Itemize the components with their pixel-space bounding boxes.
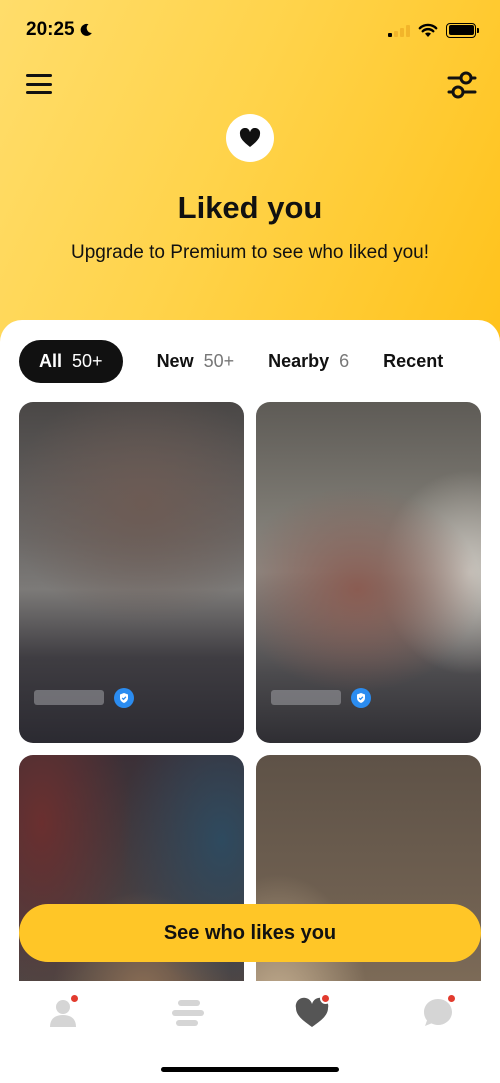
time-text: 20:25 — [26, 19, 75, 40]
tab-label: All — [39, 351, 63, 371]
notification-badge — [320, 993, 331, 1004]
page-title: Liked you — [177, 190, 323, 225]
cellular-signal-icon — [388, 24, 410, 37]
profile-card[interactable] — [19, 402, 244, 743]
notification-badge — [69, 993, 80, 1004]
tab-all[interactable]: All 50+ — [19, 340, 123, 383]
battery-icon — [446, 22, 479, 38]
moon-icon — [80, 23, 92, 36]
profile-card[interactable] — [256, 402, 481, 743]
tab-label: Nearby — [268, 351, 330, 371]
tab-label: New — [156, 351, 194, 371]
discover-icon — [172, 1000, 204, 1026]
tab-new[interactable]: New 50+ — [157, 340, 235, 383]
nav-chat[interactable] — [418, 993, 458, 1033]
heart-icon — [239, 128, 261, 147]
heart-badge — [226, 114, 274, 162]
tab-label: Recent — [383, 351, 444, 371]
verified-badge-icon — [114, 688, 134, 708]
tab-count: 50+ — [203, 351, 235, 371]
home-indicator — [161, 1067, 339, 1072]
tab-count: 6 — [339, 351, 350, 371]
status-bar: 20:25 — [0, 0, 500, 60]
filter-button[interactable] — [446, 70, 478, 100]
page-subtitle: Upgrade to Premium to see who liked you! — [70, 242, 429, 263]
see-who-likes-you-button[interactable]: See who likes you — [19, 904, 481, 962]
status-time: 20:25 — [26, 19, 93, 41]
nav-discover[interactable] — [168, 993, 208, 1033]
blurred-name — [271, 690, 341, 705]
tab-nearby[interactable]: Nearby 6 — [268, 340, 349, 383]
blurred-name — [34, 690, 104, 705]
status-icons — [388, 22, 479, 38]
tab-count: 50+ — [72, 351, 103, 371]
notification-badge — [446, 993, 457, 1004]
nav-profile[interactable] — [43, 993, 83, 1033]
filter-tabs: All 50+ New 50+ Nearby 6 Recent — [19, 340, 477, 383]
nav-liked-you[interactable] — [292, 993, 332, 1033]
wifi-icon — [418, 23, 438, 37]
liked-you-sheet: All 50+ New 50+ Nearby 6 Recent — [0, 320, 500, 1083]
verified-badge-icon — [351, 688, 371, 708]
menu-button[interactable] — [26, 72, 52, 96]
tab-recent[interactable]: Recent — [383, 340, 443, 383]
